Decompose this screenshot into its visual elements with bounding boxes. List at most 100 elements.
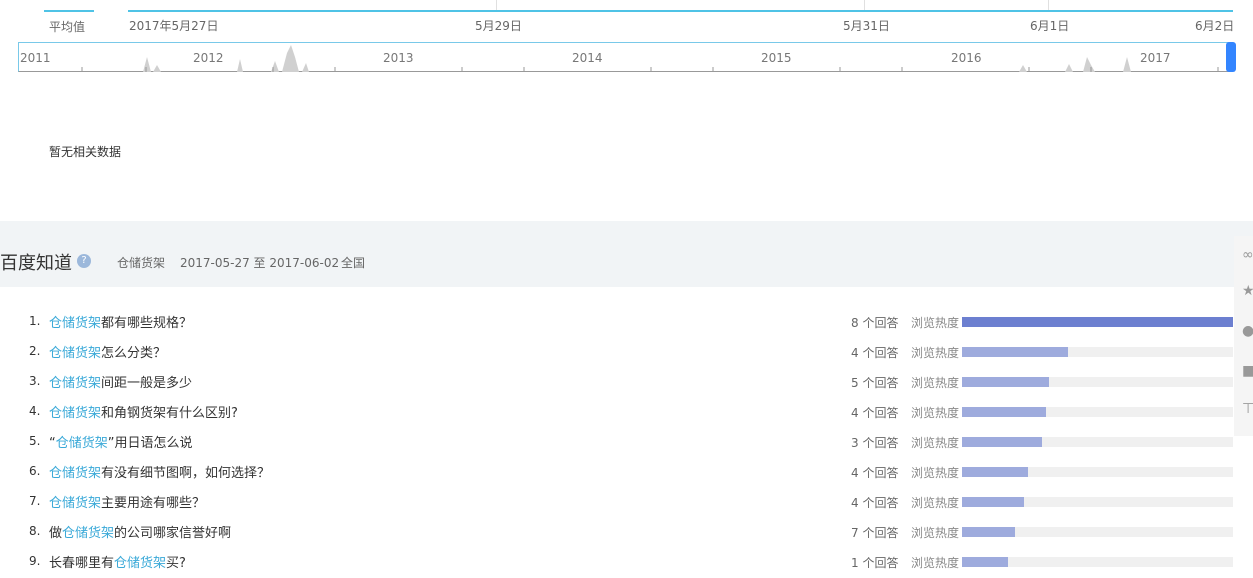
heat-label: 浏览热度: [911, 496, 960, 510]
side-toolbar: ∞ ★ ● ■ ⊤: [1234, 236, 1253, 436]
year-label: 2014: [572, 51, 603, 65]
answer-count: 3 个回答: [851, 436, 899, 450]
question-suffix: 主要用途有哪些？: [101, 496, 206, 511]
item-number: 6.: [29, 464, 41, 478]
question-link[interactable]: 仓储货架主要用途有哪些？: [49, 492, 205, 511]
heat-bar-track: [962, 317, 1233, 327]
question-suffix: ”用日语怎么说: [107, 436, 193, 451]
question-suffix: 都有哪些规格？: [101, 316, 193, 331]
list-item[interactable]: 3. 仓储货架间距一般是多少 5 个回答 浏览热度: [0, 368, 1253, 398]
heat-bar-fill: [962, 347, 1068, 357]
question-suffix: 有没有细节图啊，如何选择？: [101, 466, 271, 481]
list-item[interactable]: 4. 仓储货架和角钢货架有什么区别? 4 个回答 浏览热度: [0, 398, 1253, 428]
heat-bar-track: [962, 377, 1233, 387]
answer-count: 8 个回答: [851, 316, 899, 330]
heat-bar-fill: [962, 527, 1015, 537]
question-suffix: 间距一般是多少: [101, 376, 193, 391]
heat-bar-fill: [962, 467, 1029, 477]
date-tick: [1048, 0, 1049, 10]
heat-bar-track: [962, 437, 1233, 447]
list-item[interactable]: 8. 做仓储货架的公司哪家信誉好啊 7 个回答 浏览热度: [0, 518, 1253, 548]
question-link[interactable]: 做仓储货架的公司哪家信誉好啊: [49, 522, 231, 541]
feedback-icon[interactable]: ■: [1242, 364, 1253, 378]
keyword-label: 仓储货架: [117, 256, 166, 270]
year-label: 2017: [1140, 51, 1171, 65]
top-icon[interactable]: ⊤: [1242, 402, 1253, 416]
date-tick: [864, 0, 865, 10]
slider-handle[interactable]: [1226, 42, 1236, 72]
no-data-message: 暂无相关数据: [49, 145, 122, 159]
question-keyword: 仓储货架: [49, 406, 102, 421]
item-number: 2.: [29, 344, 41, 358]
heat-label: 浏览热度: [911, 376, 960, 390]
question-link[interactable]: “仓储货架”用日语怎么说: [49, 432, 193, 451]
year-label: 2011: [20, 51, 51, 65]
heat-bar-track: [962, 557, 1233, 567]
date-label: 6月1日: [1030, 19, 1070, 33]
star-icon[interactable]: ★: [1242, 284, 1253, 298]
date-range-label: 2017-05-27 至 2017-06-02: [180, 256, 340, 270]
question-prefix: 长春哪里有: [49, 556, 115, 571]
heat-bar-track: [962, 527, 1233, 537]
share-icon[interactable]: ∞: [1242, 248, 1253, 262]
question-suffix: 买?: [166, 556, 186, 571]
help-icon[interactable]: ●: [1242, 324, 1253, 338]
list-item[interactable]: 5. “仓储货架”用日语怎么说 3 个回答 浏览热度: [0, 428, 1253, 458]
answer-count: 1 个回答: [851, 556, 899, 570]
answer-count: 4 个回答: [851, 496, 899, 510]
date-label: 6月2日: [1195, 19, 1235, 33]
heat-bar-fill: [962, 437, 1042, 447]
item-number: 1.: [29, 314, 41, 328]
question-prefix: 做: [49, 526, 63, 541]
date-label: 5月29日: [475, 19, 522, 33]
zhidao-header: 百度知道 ? 仓储货架 2017-05-27 至 2017-06-02 全国: [0, 221, 1253, 287]
year-label: 2012: [193, 51, 224, 65]
question-keyword: 仓储货架: [49, 346, 102, 361]
question-keyword: 仓储货架: [114, 556, 167, 571]
question-keyword: 仓储货架: [49, 316, 102, 331]
heat-bar-track: [962, 407, 1233, 417]
item-number: 5.: [29, 434, 41, 448]
heat-label: 浏览热度: [911, 436, 960, 450]
question-link[interactable]: 仓储货架怎么分类？: [49, 342, 166, 361]
heat-bar-fill: [962, 557, 1009, 567]
heat-bar-track: [962, 347, 1233, 357]
question-prefix: “: [49, 436, 56, 451]
question-keyword: 仓储货架: [49, 496, 102, 511]
heat-label: 浏览热度: [911, 466, 960, 480]
list-item[interactable]: 7. 仓储货架主要用途有哪些？ 4 个回答 浏览热度: [0, 488, 1253, 518]
heat-bar-fill: [962, 497, 1025, 507]
list-item[interactable]: 2. 仓储货架怎么分类？ 4 个回答 浏览热度: [0, 338, 1253, 368]
question-link[interactable]: 仓储货架都有哪些规格？: [49, 312, 192, 331]
question-link[interactable]: 仓储货架间距一般是多少: [49, 372, 192, 391]
heat-bar-track: [962, 467, 1233, 477]
question-link[interactable]: 仓储货架和角钢货架有什么区别?: [49, 402, 238, 421]
heat-label: 浏览热度: [911, 406, 960, 420]
question-suffix: 的公司哪家信誉好啊: [114, 526, 232, 541]
answer-count: 4 个回答: [851, 346, 899, 360]
question-keyword: 仓储货架: [55, 436, 108, 451]
year-label: 2015: [761, 51, 792, 65]
heat-bar-fill: [962, 377, 1049, 387]
list-item[interactable]: 6. 仓储货架有没有细节图啊，如何选择？ 4 个回答 浏览热度: [0, 458, 1253, 488]
date-label: 5月31日: [843, 19, 890, 33]
heat-bar-fill: [962, 407, 1046, 417]
question-link[interactable]: 长春哪里有仓储货架买?: [49, 552, 186, 571]
item-number: 4.: [29, 404, 41, 418]
heat-label: 浏览热度: [911, 316, 960, 330]
list-item[interactable]: 9. 长春哪里有仓储货架买? 1 个回答 浏览热度: [0, 548, 1253, 578]
item-number: 7.: [29, 494, 41, 508]
year-label: 2016: [951, 51, 982, 65]
item-number: 3.: [29, 374, 41, 388]
date-axis: 2017年5月27日 5月29日 5月31日 6月1日 6月2日: [0, 0, 1253, 40]
date-tick: [496, 0, 497, 10]
heat-label: 浏览热度: [911, 556, 960, 570]
answer-count: 4 个回答: [851, 406, 899, 420]
year-label: 2013: [383, 51, 414, 65]
section-title: 百度知道: [0, 253, 72, 274]
answer-count: 5 个回答: [851, 376, 899, 390]
heat-bar-track: [962, 497, 1233, 507]
list-item[interactable]: 1. 仓储货架都有哪些规格？ 8 个回答 浏览热度: [0, 308, 1253, 338]
question-icon[interactable]: ?: [77, 254, 91, 268]
question-link[interactable]: 仓储货架有没有细节图啊，如何选择？: [49, 462, 270, 481]
